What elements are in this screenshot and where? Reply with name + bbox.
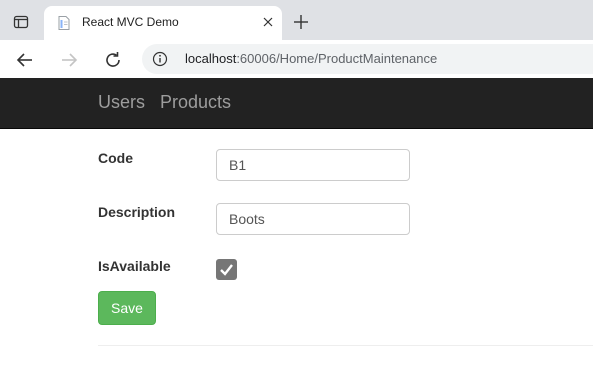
code-input[interactable] bbox=[216, 149, 410, 181]
description-input[interactable] bbox=[216, 203, 410, 235]
browser-toolbar: localhost:60006/Home/ProductMaintenance bbox=[0, 40, 593, 79]
url-host: localhost bbox=[185, 51, 237, 66]
is-available-checkbox[interactable] bbox=[216, 259, 237, 280]
description-label: Description bbox=[98, 204, 176, 220]
nav-link-users[interactable]: Users bbox=[98, 92, 145, 113]
browser-tab[interactable]: React MVC Demo bbox=[44, 6, 282, 40]
site-info-icon[interactable] bbox=[152, 51, 168, 67]
address-bar[interactable]: localhost:60006/Home/ProductMaintenance bbox=[142, 44, 593, 74]
back-arrow-icon[interactable] bbox=[12, 47, 38, 73]
browser-tabstrip: React MVC Demo bbox=[0, 0, 593, 40]
divider bbox=[98, 345, 593, 346]
refresh-icon[interactable] bbox=[100, 47, 126, 73]
page-favicon-icon bbox=[56, 15, 72, 31]
close-icon[interactable] bbox=[260, 14, 276, 30]
new-tab-plus-icon[interactable] bbox=[290, 11, 312, 33]
tab-actions-icon[interactable] bbox=[8, 9, 34, 35]
is-available-label: IsAvailable bbox=[98, 258, 171, 274]
tab-title: React MVC Demo bbox=[82, 15, 179, 29]
url-text: localhost:60006/Home/ProductMaintenance bbox=[185, 51, 437, 66]
forward-arrow-icon[interactable] bbox=[56, 47, 82, 73]
nav-link-products[interactable]: Products bbox=[160, 92, 231, 113]
checkmark-icon bbox=[220, 264, 233, 276]
save-button[interactable]: Save bbox=[98, 291, 156, 325]
code-label: Code bbox=[98, 150, 133, 166]
url-path: :60006/Home/ProductMaintenance bbox=[236, 51, 438, 66]
site-navbar: Users Products bbox=[0, 78, 593, 129]
